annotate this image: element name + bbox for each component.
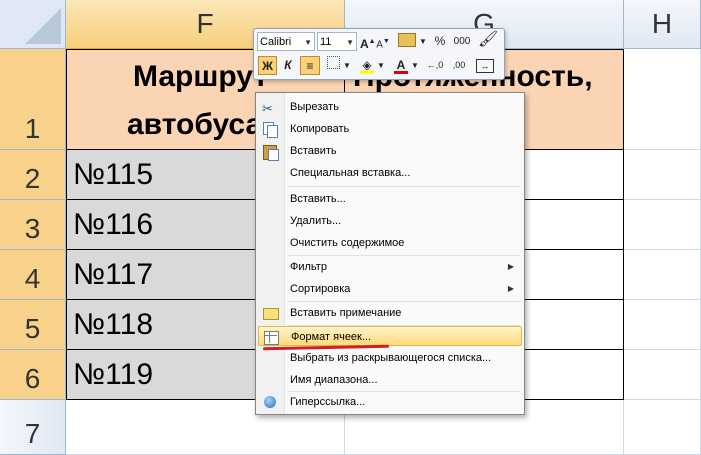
merge-center-button[interactable]: ↔	[474, 56, 496, 75]
align-center-icon: ≡	[306, 59, 314, 73]
chevron-down-icon[interactable]: ▼	[411, 56, 419, 75]
column-header-h[interactable]: H	[624, 0, 701, 49]
menu-item-label: Специальная вставка...	[290, 167, 411, 179]
menu-item-insert[interactable]: Вставить...	[258, 189, 522, 209]
cell-h3[interactable]	[624, 200, 701, 250]
cell-h1[interactable]	[624, 49, 701, 150]
merge-center-icon: ↔	[476, 59, 494, 73]
menu-item-label: Фильтр	[290, 261, 327, 273]
shrink-font-button[interactable]: A▼	[376, 32, 390, 51]
cell-h7[interactable]	[624, 400, 701, 455]
align-center-button[interactable]: ≡	[300, 56, 320, 75]
menu-item-insert-comment[interactable]: Вставить примечание	[258, 303, 522, 323]
font-color-button[interactable]: A	[392, 56, 410, 75]
row-header-1[interactable]: 1	[0, 49, 66, 150]
font-color-icon: A	[396, 58, 406, 72]
menu-item-label: Вырезать	[290, 101, 339, 113]
grow-font-button[interactable]: A▲	[360, 32, 376, 51]
percent-button[interactable]: %	[432, 32, 448, 51]
thousands-separator-button[interactable]: 000	[450, 32, 474, 51]
cell-f1-line1: Маршрут	[133, 60, 269, 93]
menu-item-copy[interactable]: Копировать	[258, 119, 522, 139]
menu-item-label: Имя диапазона...	[290, 374, 378, 386]
menu-item-label: Выбрать из раскрывающегося списка...	[290, 352, 492, 364]
menu-item-label: Гиперссылка...	[290, 396, 366, 408]
menu-item-clear-contents[interactable]: Очистить содержимое	[258, 233, 522, 253]
cell-h6[interactable]	[624, 350, 701, 400]
chevron-right-icon: ▶	[507, 284, 514, 293]
chevron-down-icon[interactable]: ▼	[377, 56, 385, 75]
menu-item-sort[interactable]: Сортировка ▶	[258, 279, 522, 299]
brush-icon: 🖌	[478, 31, 499, 48]
mini-toolbar: Calibri ▼ 11 ▼ A▲ A▼ ▼ % 000 🖌 Ж К ≡ ▼ ◈…	[253, 28, 505, 80]
shrink-font-label: A	[376, 39, 383, 51]
chevron-right-icon: ▶	[507, 262, 514, 271]
menu-item-label: Формат ячеек...	[291, 331, 372, 343]
row-header-5[interactable]: 5	[0, 300, 66, 350]
menu-item-label: Копировать	[290, 123, 350, 135]
fill-bucket-icon: ◈	[362, 58, 372, 72]
chevron-down-icon: ▼	[346, 38, 354, 47]
menu-item-label: Сортировка	[290, 283, 351, 295]
bold-button[interactable]: Ж	[258, 56, 277, 75]
italic-button[interactable]: К	[280, 56, 296, 75]
font-size-value: 11	[320, 36, 332, 48]
row-header-7[interactable]: 7	[0, 400, 66, 455]
chevron-down-icon[interactable]: ▼	[343, 56, 351, 75]
paste-icon	[262, 143, 279, 161]
cell-h4[interactable]	[624, 250, 701, 300]
row-header-2[interactable]: 2	[0, 150, 66, 200]
font-name-value: Calibri	[260, 36, 292, 48]
menu-item-format-cells[interactable]: Формат ячеек...	[258, 326, 522, 346]
font-size-select[interactable]: 11 ▼	[317, 32, 357, 51]
row-header-6[interactable]: 6	[0, 350, 66, 400]
format-painter-button[interactable]: 🖌	[478, 30, 498, 49]
row-header-3[interactable]: 3	[0, 200, 66, 250]
scissors-icon: ✂	[262, 101, 273, 116]
increase-decimal-button[interactable]: ←,0	[424, 56, 446, 75]
hyperlink-icon	[262, 394, 278, 410]
grow-font-label: A	[360, 37, 369, 51]
menu-item-label: Вставить	[290, 145, 337, 157]
copy-icon	[262, 121, 278, 138]
menu-item-label: Вставить примечание	[290, 307, 402, 319]
chevron-down-icon[interactable]: ▼	[419, 32, 427, 51]
currency-format-button[interactable]	[396, 33, 418, 52]
font-name-select[interactable]: Calibri ▼	[257, 32, 315, 51]
menu-item-label: Вставить...	[290, 193, 346, 205]
menu-item-paste-special[interactable]: Специальная вставка...	[258, 163, 522, 183]
menu-item-pick-from-list[interactable]: Выбрать из раскрывающегося списка...	[258, 348, 522, 368]
currency-icon	[398, 33, 416, 47]
menu-item-cut[interactable]: ✂ Вырезать	[258, 97, 522, 117]
menu-item-hyperlink[interactable]: Гиперссылка...	[258, 392, 522, 412]
menu-item-label: Очистить содержимое	[290, 237, 405, 249]
menu-item-delete[interactable]: Удалить...	[258, 211, 522, 231]
fill-color-button[interactable]: ◈	[358, 56, 376, 75]
format-cells-icon	[263, 329, 279, 345]
borders-button[interactable]	[324, 56, 342, 75]
borders-icon	[326, 56, 340, 69]
menu-item-name-range[interactable]: Имя диапазона...	[258, 370, 522, 390]
menu-item-filter[interactable]: Фильтр ▶	[258, 257, 522, 277]
cell-h2[interactable]	[624, 150, 701, 200]
decrease-decimal-button[interactable]: ,00	[448, 56, 470, 75]
cell-h5[interactable]	[624, 300, 701, 350]
menu-item-paste[interactable]: Вставить	[258, 141, 522, 161]
menu-item-label: Удалить...	[290, 215, 342, 227]
cell-f1-line2: автобуса	[127, 108, 263, 141]
decrease-decimal-icon: ,00	[452, 60, 466, 70]
comment-icon	[262, 305, 279, 321]
increase-decimal-icon: ←,0	[426, 60, 444, 70]
chevron-down-icon: ▼	[304, 38, 312, 47]
row-header-4[interactable]: 4	[0, 250, 66, 300]
context-menu: ✂ Вырезать Копировать Вставить Специальн…	[255, 92, 525, 415]
select-all-corner[interactable]	[0, 0, 66, 49]
